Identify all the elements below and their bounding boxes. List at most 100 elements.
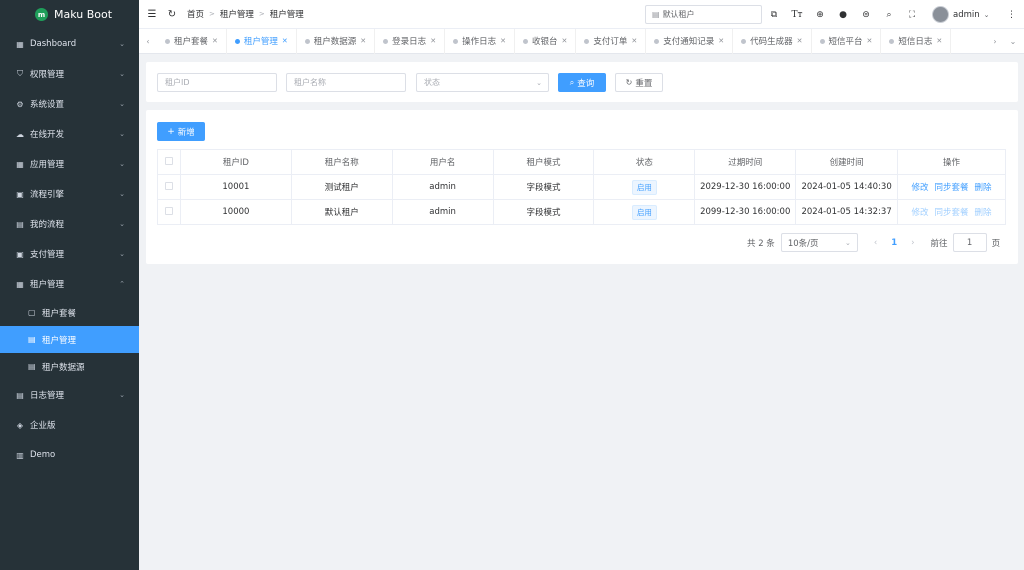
breadcrumb-home[interactable]: 首页 — [187, 8, 204, 20]
tab-3[interactable]: 登录日志 ✕ — [375, 28, 446, 54]
sidebar-item-1[interactable]: ⛉ 权限管理 ⌄ — [0, 59, 139, 89]
fullscreen-icon[interactable]: ⛶ — [905, 10, 919, 20]
sidebar-item-0[interactable]: ▦ Dashboard ⌄ — [0, 29, 139, 59]
tenant-id-input[interactable]: 租户ID — [157, 73, 277, 92]
page-size-select[interactable]: 10条/页 ⌄ — [780, 233, 858, 252]
sync-package-link[interactable]: 同步套餐 — [935, 183, 969, 193]
sidebar-item-8[interactable]: ▦ 租户管理 ⌃ — [0, 269, 139, 299]
layout-icon[interactable]: ⧉ — [767, 10, 781, 20]
tenant-name-input[interactable]: 租户名称 — [286, 73, 406, 92]
edit-link[interactable]: 修改 — [912, 183, 929, 193]
tab-1[interactable]: 租户管理 ✕ — [227, 28, 297, 54]
tab-5[interactable]: 收银台 ✕ — [515, 28, 577, 54]
column-header: 租户ID — [179, 149, 292, 175]
tenant-table: 租户ID 租户名称 用户名 租户模式 状态 过期时间 创建时间 操作 10001… — [157, 149, 1006, 225]
more-vertical-icon[interactable]: ⋮ — [1005, 10, 1019, 20]
gitee-icon[interactable]: ⊜ — [859, 10, 873, 20]
sidebar-item-3[interactable]: ☁ 在线开发 ⌄ — [0, 119, 139, 149]
sidebar-item-5[interactable]: ▣ 流程引擎 ⌄ — [0, 179, 139, 209]
row-checkbox[interactable] — [164, 206, 173, 215]
close-icon[interactable]: ✕ — [936, 37, 942, 45]
tab-2[interactable]: 租户数据源 ✕ — [297, 28, 376, 54]
close-icon[interactable]: ✕ — [500, 37, 506, 45]
tenant-switch-input[interactable]: ▤ 默认租户 — [645, 5, 762, 24]
reset-button[interactable]: ↻ 重置 — [615, 73, 663, 92]
close-icon[interactable]: ✕ — [631, 37, 637, 45]
sidebar-item-label: 租户套餐 — [42, 308, 77, 319]
sidebar-subitem-2[interactable]: ▤ 租户数据源 — [0, 353, 139, 380]
query-label: 查询 — [577, 78, 595, 89]
sidebar: m Maku Boot ▦ Dashboard ⌄ ⛉ 权限管理 ⌄ ⚙ 系统设置 ⌄ ☁ 在线开发… — [0, 0, 139, 570]
refresh-icon[interactable]: ↻ — [163, 9, 181, 20]
breadcrumb-item: 租户管理 — [219, 10, 254, 20]
tab-8[interactable]: 代码生成器 ✕ — [733, 28, 812, 54]
tab-4[interactable]: 操作日志 ✕ — [445, 28, 515, 54]
sidebar-item-0[interactable]: ▤ 日志管理 ⌄ — [0, 380, 139, 410]
close-icon[interactable]: ✕ — [430, 37, 436, 45]
tab-menu-icon[interactable]: ⌄ — [1004, 37, 1022, 46]
search-icon[interactable]: ⌕ — [882, 10, 896, 20]
table-card: + 新增 租户ID 租户名称 用户名 租户模式 状态 过期时间 创建时间 操作 … — [146, 110, 1018, 264]
tab-label: 操作日志 — [462, 37, 497, 47]
add-button[interactable]: + 新增 — [157, 122, 205, 141]
next-page-icon[interactable]: › — [911, 238, 914, 248]
sidebar-item-6[interactable]: ▤ 我的流程 ⌄ — [0, 209, 139, 239]
tab-0[interactable]: 租户套餐 ✕ — [157, 28, 227, 54]
close-icon[interactable]: ✕ — [867, 37, 873, 45]
sidebar-subitem-0[interactable]: ▢ 租户套餐 — [0, 299, 139, 326]
table-row: 10001 测试租户 admin 字段模式 启用 2029-12-30 16:00:00 2… — [157, 174, 1006, 200]
cell-expire: 2099-12-30 16:00:00 — [694, 199, 797, 225]
page-number-current[interactable]: 1 — [891, 238, 897, 248]
close-icon[interactable]: ✕ — [212, 37, 218, 45]
app-logo[interactable]: m Maku Boot — [0, 0, 139, 29]
payment-icon: ▣ — [16, 249, 24, 259]
menu-toggle-icon[interactable]: ☰ — [143, 9, 161, 20]
cell-username: admin — [391, 174, 494, 200]
tab-scroll-left-icon[interactable]: ‹ — [139, 37, 157, 46]
row-checkbox[interactable] — [164, 181, 173, 190]
sidebar-item-label: 我的流程 — [30, 220, 65, 230]
tab-label: 短信平台 — [828, 37, 863, 47]
close-icon[interactable]: ✕ — [360, 37, 366, 45]
edit-link[interactable]: 修改 — [912, 208, 929, 218]
sidebar-subitem-1[interactable]: ▤ 租户管理 — [0, 326, 139, 353]
select-all-checkbox-cell[interactable] — [157, 149, 181, 175]
tab-10[interactable]: 短信日志 ✕ — [881, 28, 952, 54]
close-icon[interactable]: ✕ — [282, 37, 288, 45]
row-checkbox-cell[interactable] — [157, 174, 181, 200]
chevron-down-icon: ⌄ — [119, 130, 125, 138]
sidebar-item-1[interactable]: ◈ 企业版 — [0, 410, 139, 440]
select-all-checkbox[interactable] — [164, 156, 173, 165]
delete-link[interactable]: 删除 — [975, 183, 992, 193]
language-icon[interactable]: ⊕ — [813, 10, 827, 20]
sidebar-item-4[interactable]: ▦ 应用管理 ⌄ — [0, 149, 139, 179]
tab-scroll-right-icon[interactable]: › — [986, 37, 1004, 46]
sync-package-link[interactable]: 同步套餐 — [935, 208, 969, 218]
close-icon[interactable]: ✕ — [797, 37, 803, 45]
font-size-icon[interactable]: Tт — [790, 10, 804, 20]
sidebar-item-2[interactable]: ⚙ 系统设置 ⌄ — [0, 89, 139, 119]
tab-6[interactable]: 支付订单 ✕ — [576, 28, 647, 54]
github-icon[interactable]: ● — [836, 10, 850, 20]
pagination-total: 共 2 条 — [747, 238, 775, 249]
tab-status-dot-icon — [889, 38, 895, 44]
gear-icon: ⚙ — [16, 99, 24, 109]
close-icon[interactable]: ✕ — [561, 37, 567, 45]
status-select[interactable]: 状态 ⌄ — [416, 73, 549, 92]
sidebar-item-2[interactable]: ▥ Demo — [0, 440, 139, 470]
refresh-icon: ↻ — [625, 78, 633, 87]
tab-9[interactable]: 短信平台 ✕ — [812, 28, 882, 54]
close-icon[interactable]: ✕ — [718, 37, 724, 45]
user-dropdown[interactable]: admin ⌄ — [932, 6, 990, 23]
tab-7[interactable]: 支付通知记录 ✕ — [646, 28, 734, 54]
tenant-icon: ▦ — [16, 279, 24, 289]
delete-link[interactable]: 删除 — [975, 208, 992, 218]
prev-page-icon[interactable]: ‹ — [874, 238, 877, 248]
breadcrumb: 首页 > 租户管理 > 租户管理 — [187, 8, 304, 20]
tab-status-dot-icon — [741, 38, 747, 44]
row-checkbox-cell[interactable] — [157, 199, 181, 225]
package-icon: ▢ — [28, 308, 36, 317]
sidebar-item-7[interactable]: ▣ 支付管理 ⌄ — [0, 239, 139, 269]
goto-page-input[interactable]: 1 — [952, 233, 987, 252]
query-button[interactable]: ⌕ 查询 — [558, 73, 606, 92]
